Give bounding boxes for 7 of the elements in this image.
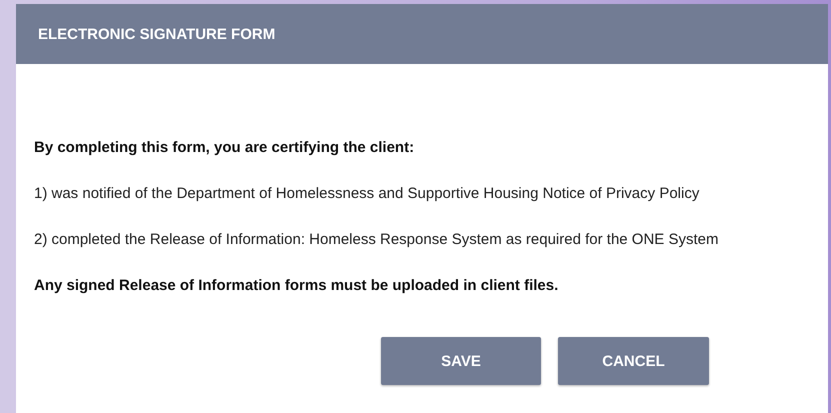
paragraph-text: By completing this form, you are certifying the client: — [34, 138, 416, 158]
cancel-button[interactable]: CANCEL — [558, 337, 709, 385]
paragraph-text: 2) completed the Release of Information: Homeless Response System as required for the ONE System — [34, 230, 720, 250]
save-button[interactable]: SAVE — [381, 337, 541, 385]
paragraph-text: Any signed Release of Information forms must be uploaded in client files. — [34, 276, 560, 296]
paragraph-text: 1) was notified of the Department of Homelessness and Supportive Housing Notice of Privacy Policy — [34, 184, 700, 204]
dialog-title: ELECTRONIC SIGNATURE FORM — [38, 26, 276, 42]
